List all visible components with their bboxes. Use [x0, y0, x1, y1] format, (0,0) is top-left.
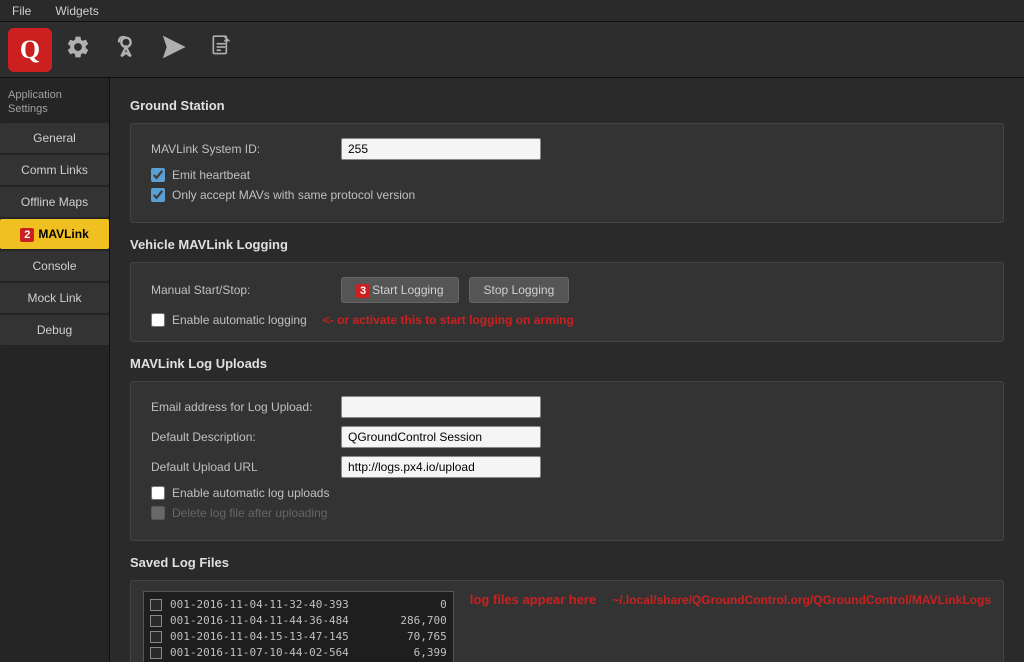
content-area: Ground Station MAVLink System ID: Emit h…	[110, 78, 1024, 662]
sidebar-item-mavlink[interactable]: 2MAVLink	[0, 219, 109, 249]
vehicle-mavlink-logging-panel: Manual Start/Stop: 3Start Logging Stop L…	[130, 262, 1004, 342]
only-accept-mavs-row: Only accept MAVs with same protocol vers…	[151, 188, 983, 202]
settings-button[interactable]	[56, 28, 100, 72]
mavlink-log-uploads-header: MAVLink Log Uploads	[130, 356, 1004, 371]
stop-logging-button[interactable]: Stop Logging	[469, 277, 570, 303]
log-row-checkbox[interactable]	[150, 631, 162, 643]
log-row-size: 286,700	[387, 614, 447, 627]
sidebar-item-general[interactable]: General	[0, 123, 109, 153]
log-table-row[interactable]: 001-2016-11-04-11-32-40-393 0	[150, 598, 447, 611]
log-table-row[interactable]: 001-2016-11-04-15-13-47-145 70,765	[150, 630, 447, 643]
start-logging-button[interactable]: 3Start Logging	[341, 277, 459, 303]
log-row-name: 001-2016-11-07-10-44-02-564	[170, 646, 379, 659]
sidebar-item-debug[interactable]: Debug	[0, 315, 109, 345]
mavlink-system-id-row: MAVLink System ID:	[151, 138, 983, 160]
only-accept-mavs-label: Only accept MAVs with same protocol vers…	[172, 188, 415, 202]
log-table-row[interactable]: 001-2016-11-07-10-44-02-564 6,399	[150, 646, 447, 659]
enable-auto-uploads-row: Enable automatic log uploads	[151, 486, 983, 500]
mavlink-log-uploads-panel: Email address for Log Upload: Default De…	[130, 381, 1004, 541]
mavlink-system-id-input[interactable]	[341, 138, 541, 160]
delete-log-row: Delete log file after uploading	[151, 506, 983, 520]
document-icon	[209, 34, 235, 66]
log-row-size: 70,765	[387, 630, 447, 643]
ground-station-panel: MAVLink System ID: Emit heartbeat Only a…	[130, 123, 1004, 223]
email-input[interactable]	[341, 396, 541, 418]
main-layout: Application Settings General Comm Links …	[0, 78, 1024, 662]
default-url-row: Default Upload URL	[151, 456, 983, 478]
default-desc-input[interactable]	[341, 426, 541, 448]
email-row: Email address for Log Upload:	[151, 396, 983, 418]
logging-hint-text: <- or activate this to start logging on …	[323, 313, 574, 327]
delete-log-label: Delete log file after uploading	[172, 506, 327, 520]
saved-log-files-panel: 001-2016-11-04-11-32-40-393 0 001-2016-1…	[130, 580, 1004, 662]
enable-auto-logging-row: Enable automatic logging	[151, 313, 307, 327]
default-desc-label: Default Description:	[151, 430, 331, 444]
log-path-text: ~/.local/share/QGroundControl.org/QGroun…	[612, 591, 991, 609]
log-files-table[interactable]: 001-2016-11-04-11-32-40-393 0 001-2016-1…	[143, 591, 454, 662]
default-url-label: Default Upload URL	[151, 460, 331, 474]
default-desc-row: Default Description:	[151, 426, 983, 448]
enable-auto-uploads-label: Enable automatic log uploads	[172, 486, 329, 500]
sidebar-item-comm-links[interactable]: Comm Links	[0, 155, 109, 185]
menu-widgets[interactable]: Widgets	[51, 2, 102, 20]
enable-auto-logging-label: Enable automatic logging	[172, 313, 307, 327]
sidebar-header: Application Settings	[0, 78, 109, 123]
enable-auto-logging-container: Enable automatic logging <- or activate …	[151, 313, 983, 327]
menu-file[interactable]: File	[8, 2, 35, 20]
sidebar-item-console[interactable]: Console	[0, 251, 109, 281]
manual-start-stop-label: Manual Start/Stop:	[151, 283, 331, 297]
sidebar: Application Settings General Comm Links …	[0, 78, 110, 662]
enable-auto-logging-checkbox[interactable]	[151, 313, 165, 327]
log-hint-text: log files appear here	[470, 591, 596, 609]
delete-log-checkbox	[151, 506, 165, 520]
emit-heartbeat-checkbox[interactable]	[151, 168, 165, 182]
emit-heartbeat-label: Emit heartbeat	[172, 168, 250, 182]
saved-log-files-header: Saved Log Files	[130, 555, 1004, 570]
log-files-container: 001-2016-11-04-11-32-40-393 0 001-2016-1…	[143, 591, 991, 662]
log-row-name: 001-2016-11-04-15-13-47-145	[170, 630, 379, 643]
waypoint-icon	[112, 33, 140, 67]
mavlink-badge: 2	[20, 228, 34, 242]
default-url-input[interactable]	[341, 456, 541, 478]
enable-auto-uploads-checkbox[interactable]	[151, 486, 165, 500]
ground-station-header: Ground Station	[130, 98, 1004, 113]
email-label: Email address for Log Upload:	[151, 400, 331, 414]
send-button[interactable]	[152, 28, 196, 72]
log-row-size: 6,399	[387, 646, 447, 659]
gear-icon	[65, 34, 91, 66]
emit-heartbeat-row: Emit heartbeat	[151, 168, 983, 182]
app-logo-icon: Q	[20, 35, 40, 65]
log-row-name: 001-2016-11-04-11-44-36-484	[170, 614, 379, 627]
send-icon	[161, 34, 187, 66]
toolbar: Q	[0, 22, 1024, 78]
log-table-row[interactable]: 001-2016-11-04-11-44-36-484 286,700	[150, 614, 447, 627]
menu-bar: File Widgets	[0, 0, 1024, 22]
only-accept-mavs-checkbox[interactable]	[151, 188, 165, 202]
vehicle-mavlink-logging-header: Vehicle MAVLink Logging	[130, 237, 1004, 252]
mavlink-system-id-label: MAVLink System ID:	[151, 142, 331, 156]
log-row-checkbox[interactable]	[150, 647, 162, 659]
step-badge: 3	[356, 284, 370, 298]
log-row-name: 001-2016-11-04-11-32-40-393	[170, 598, 379, 611]
waypoint-button[interactable]	[104, 28, 148, 72]
sidebar-item-mock-link[interactable]: Mock Link	[0, 283, 109, 313]
sidebar-item-offline-maps[interactable]: Offline Maps	[0, 187, 109, 217]
log-row-checkbox[interactable]	[150, 615, 162, 627]
document-button[interactable]	[200, 28, 244, 72]
log-row-checkbox[interactable]	[150, 599, 162, 611]
log-row-size: 0	[387, 598, 447, 611]
app-home-button[interactable]: Q	[8, 28, 52, 72]
manual-start-stop-row: Manual Start/Stop: 3Start Logging Stop L…	[151, 277, 983, 303]
